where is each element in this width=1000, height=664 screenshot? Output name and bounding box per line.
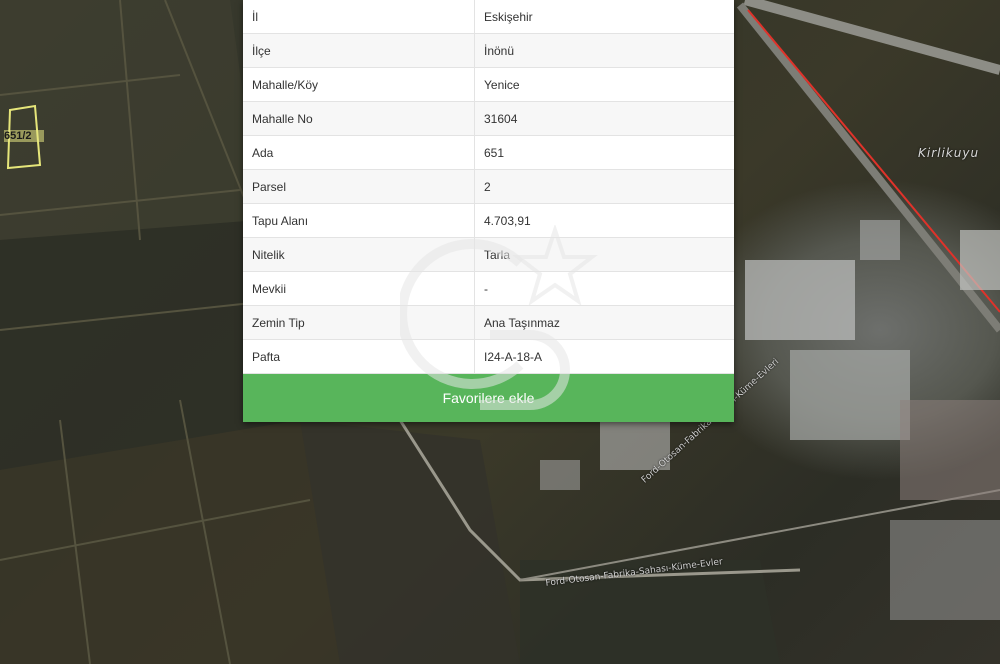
row-value: Tarla — [474, 237, 734, 272]
table-row: Mahalle/Köy Yenice — [243, 67, 734, 102]
row-label: Ada — [243, 135, 475, 170]
row-label: Pafta — [243, 339, 475, 374]
table-row: Zemin Tip Ana Taşınmaz — [243, 305, 734, 340]
table-row: İlçe İnönü — [243, 33, 734, 68]
row-label: İlçe — [243, 33, 475, 68]
row-value: 2 — [474, 169, 734, 204]
property-info-panel: İl Eskişehir İlçe İnönü Mahalle/Köy Yenice Mah… — [243, 0, 734, 422]
table-row: Tapu Alanı 4.703,91 — [243, 203, 734, 238]
row-value: I24-A-18-A — [474, 339, 734, 374]
row-label: Parsel — [243, 169, 475, 204]
table-row: Parsel 2 — [243, 169, 734, 204]
parcel-label: 651/2 — [4, 130, 44, 142]
row-value: Ana Taşınmaz — [474, 305, 734, 340]
row-value: Eskişehir — [474, 0, 734, 34]
table-row: Mahalle No 31604 — [243, 101, 734, 136]
row-label: Mahalle No — [243, 101, 475, 136]
row-label: Mahalle/Köy — [243, 67, 475, 102]
row-value: Yenice — [474, 67, 734, 102]
row-label: Mevkii — [243, 271, 475, 306]
row-label: Zemin Tip — [243, 305, 475, 340]
table-row: İl Eskişehir — [243, 0, 734, 34]
row-label: İl — [243, 0, 475, 34]
row-label: Nitelik — [243, 237, 475, 272]
table-row: Ada 651 — [243, 135, 734, 170]
row-value: 651 — [474, 135, 734, 170]
row-value: - — [474, 271, 734, 306]
row-value: 4.703,91 — [474, 203, 734, 238]
row-label: Tapu Alanı — [243, 203, 475, 238]
place-label: Kirlikuyu — [918, 146, 980, 160]
add-to-favorites-button[interactable]: Favorilere ekle — [243, 374, 734, 422]
property-info-table: İl Eskişehir İlçe İnönü Mahalle/Köy Yenice Mah… — [243, 0, 734, 374]
row-value: İnönü — [474, 33, 734, 68]
row-value: 31604 — [474, 101, 734, 136]
table-row: Mevkii - — [243, 271, 734, 306]
table-row: Nitelik Tarla — [243, 237, 734, 272]
table-row: Pafta I24-A-18-A — [243, 339, 734, 374]
